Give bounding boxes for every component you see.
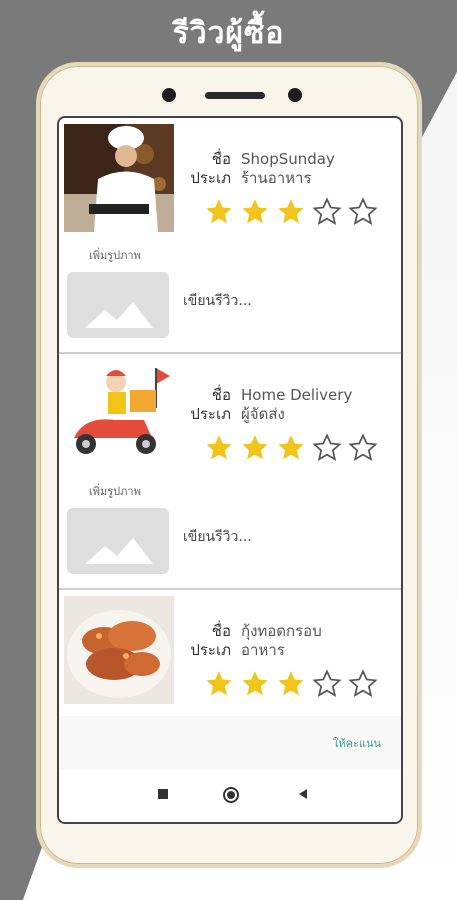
review-card: ชื่อ ShopSunday ประเภ ร้านอาหาร เพิ่มรูปภา… [59,118,401,354]
home-button[interactable] [222,786,240,808]
star-empty-icon[interactable] [347,432,379,464]
circle-icon [223,787,239,803]
star-filled-icon[interactable] [203,432,235,464]
back-button[interactable] [295,786,311,806]
review-card: ชื่อ Home Delivery ประเภ ผู้จัดส่ง เพิ่มรู… [59,354,401,590]
name-label: ชื่อ [211,386,231,404]
star-filled-icon[interactable] [275,668,307,700]
star-empty-icon[interactable] [311,668,343,700]
add-photo-label[interactable]: เพิ่มรูปภาพ [89,482,141,500]
star-empty-icon[interactable] [311,432,343,464]
star-filled-icon[interactable] [275,432,307,464]
star-filled-icon[interactable] [203,196,235,228]
chef-photo-icon[interactable] [64,124,174,232]
image-placeholder-icon[interactable] [67,272,169,338]
star-empty-icon[interactable] [311,196,343,228]
image-placeholder-icon[interactable] [67,508,169,574]
star-filled-icon[interactable] [239,432,271,464]
delivery-scooter-icon[interactable] [64,360,174,468]
star-filled-icon[interactable] [239,668,271,700]
submit-rating-button[interactable]: ให้คะแนน [333,734,381,752]
fried-shrimp-photo-icon[interactable] [64,596,174,704]
add-photo-label[interactable]: เพิ่มรูปภาพ [89,246,141,264]
review-type: ร้านอาหาร [241,169,312,187]
star-empty-icon[interactable] [347,668,379,700]
sensor-icon [288,88,302,102]
star-filled-icon[interactable] [239,196,271,228]
review-name: Home Delivery [241,386,353,404]
android-nav-bar [59,770,401,822]
speaker-grille [205,92,265,99]
star-rating[interactable] [203,196,379,228]
star-filled-icon[interactable] [203,668,235,700]
submit-bar: ให้คะแนน [59,716,401,770]
phone-frame: ชื่อ ShopSunday ประเภ ร้านอาหาร เพิ่มรูปภา… [36,62,422,868]
review-name: ShopSunday [241,150,335,168]
name-label: ชื่อ [211,622,231,640]
recent-apps-button[interactable] [155,786,171,806]
app-screen: ชื่อ ShopSunday ประเภ ร้านอาหาร เพิ่มรูปภา… [57,116,403,824]
type-label: ประเภ [190,169,231,187]
review-type: อาหาร [241,641,285,659]
write-review-input[interactable]: เขียนรีวิว... [183,290,252,312]
camera-icon [162,88,176,102]
review-name: กุ้งทอดกรอบ [241,622,322,640]
review-type: ผู้จัดส่ง [241,405,285,423]
star-empty-icon[interactable] [347,196,379,228]
page-title: รีวิวผู้ซื้อ [172,16,285,51]
back-triangle-icon [299,789,307,799]
type-label: ประเภ [190,405,231,423]
star-rating[interactable] [203,668,379,700]
type-label: ประเภ [190,641,231,659]
name-label: ชื่อ [211,150,231,168]
star-filled-icon[interactable] [275,196,307,228]
square-icon [158,789,168,799]
star-rating[interactable] [203,432,379,464]
write-review-input[interactable]: เขียนรีวิว... [183,526,252,548]
